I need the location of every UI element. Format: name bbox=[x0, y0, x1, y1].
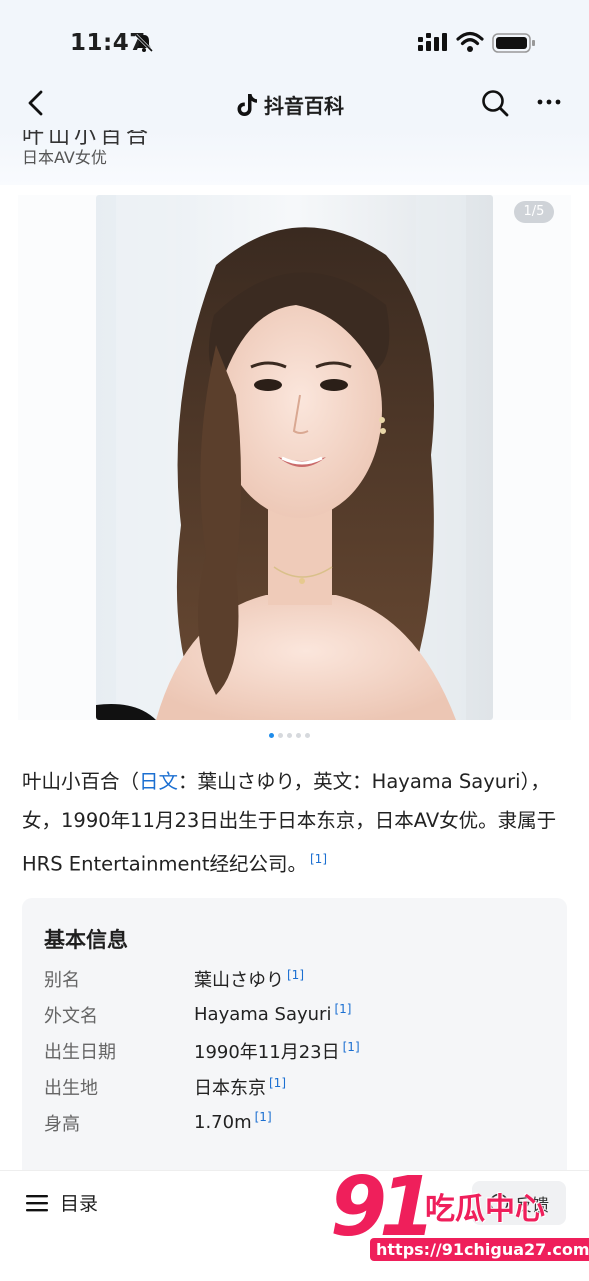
info-value: 日本东京 [1] bbox=[194, 1074, 286, 1100]
toc-button[interactable]: 目录 bbox=[26, 1189, 98, 1216]
intro-link-japanese[interactable]: 日文 bbox=[139, 770, 178, 793]
search-icon[interactable] bbox=[480, 88, 510, 118]
info-reference[interactable]: [1] bbox=[343, 1040, 360, 1054]
gallery-counter: 1/5 bbox=[514, 201, 554, 223]
info-key: 外文名 bbox=[44, 1006, 98, 1027]
info-reference[interactable]: [1] bbox=[287, 968, 304, 982]
info-value: 1990年11月23日 [1] bbox=[194, 1038, 360, 1064]
toc-label: 目录 bbox=[60, 1193, 99, 1215]
more-icon[interactable] bbox=[536, 92, 562, 112]
douyin-logo-icon bbox=[237, 93, 257, 116]
basic-info-box: 基本信息 别名 葉山さゆり [1] 外文名 Hayama Sayuri [1] 出生… bbox=[22, 898, 567, 1198]
bell-muted-icon bbox=[134, 33, 154, 53]
watermark-text: 吃瓜中心 bbox=[425, 1192, 545, 1227]
info-reference[interactable]: [1] bbox=[269, 1076, 286, 1090]
watermark-url: https://91chigua27.com bbox=[370, 1238, 589, 1261]
menu-icon bbox=[26, 1194, 48, 1211]
info-value-text: 日本东京 bbox=[194, 1078, 266, 1099]
wifi-icon bbox=[456, 31, 484, 52]
info-key: 出生地 bbox=[44, 1078, 98, 1099]
info-value-text: Hayama Sayuri bbox=[194, 1004, 332, 1025]
info-value-text: 1990年11月23日 bbox=[194, 1042, 340, 1063]
back-chevron-icon[interactable] bbox=[22, 89, 50, 117]
intro-paragraph: 叶山小百合（日文：葉山さゆり，英文：Hayama Sayuri），女，1990年… bbox=[22, 762, 567, 884]
info-value: 1.70m [1] bbox=[194, 1110, 272, 1133]
entry-header: 叶山小百合 日本AV女优 bbox=[0, 130, 589, 185]
gallery-dots bbox=[269, 733, 310, 738]
info-reference[interactable]: [1] bbox=[334, 1002, 351, 1016]
basic-info-title: 基本信息 bbox=[44, 927, 128, 952]
entry-subtitle: 日本AV女优 bbox=[22, 148, 107, 167]
nav-bar: 抖音百科 bbox=[0, 80, 589, 130]
info-key: 出生日期 bbox=[44, 1042, 116, 1063]
info-reference[interactable]: [1] bbox=[255, 1110, 272, 1124]
info-key: 身高 bbox=[44, 1114, 80, 1135]
info-value-text: 1.70m bbox=[194, 1112, 252, 1133]
portrait-photo[interactable] bbox=[96, 195, 493, 720]
brand-label: 抖音百科 bbox=[264, 94, 344, 118]
info-value: Hayama Sayuri [1] bbox=[194, 1002, 351, 1025]
signal-icon bbox=[418, 33, 447, 51]
gallery-dot[interactable] bbox=[278, 733, 283, 738]
status-bar: 11:47 bbox=[0, 0, 589, 80]
photo-gallery[interactable]: 1/5 bbox=[18, 195, 571, 720]
intro-text-1: 叶山小百合（ bbox=[22, 770, 140, 793]
gallery-dot[interactable] bbox=[296, 733, 301, 738]
info-value: 葉山さゆり [1] bbox=[194, 966, 304, 992]
gallery-dot[interactable] bbox=[305, 733, 310, 738]
intro-reference[interactable]: [1] bbox=[310, 852, 327, 866]
gallery-dot[interactable] bbox=[287, 733, 292, 738]
info-value-text: 葉山さゆり bbox=[194, 970, 284, 991]
info-key: 别名 bbox=[44, 970, 80, 991]
battery-icon bbox=[492, 33, 535, 53]
brand-title: 抖音百科 bbox=[236, 90, 344, 119]
gallery-dot[interactable] bbox=[269, 733, 274, 738]
site-watermark: 91 吃瓜中心 https://91chigua27.com bbox=[330, 1160, 589, 1272]
